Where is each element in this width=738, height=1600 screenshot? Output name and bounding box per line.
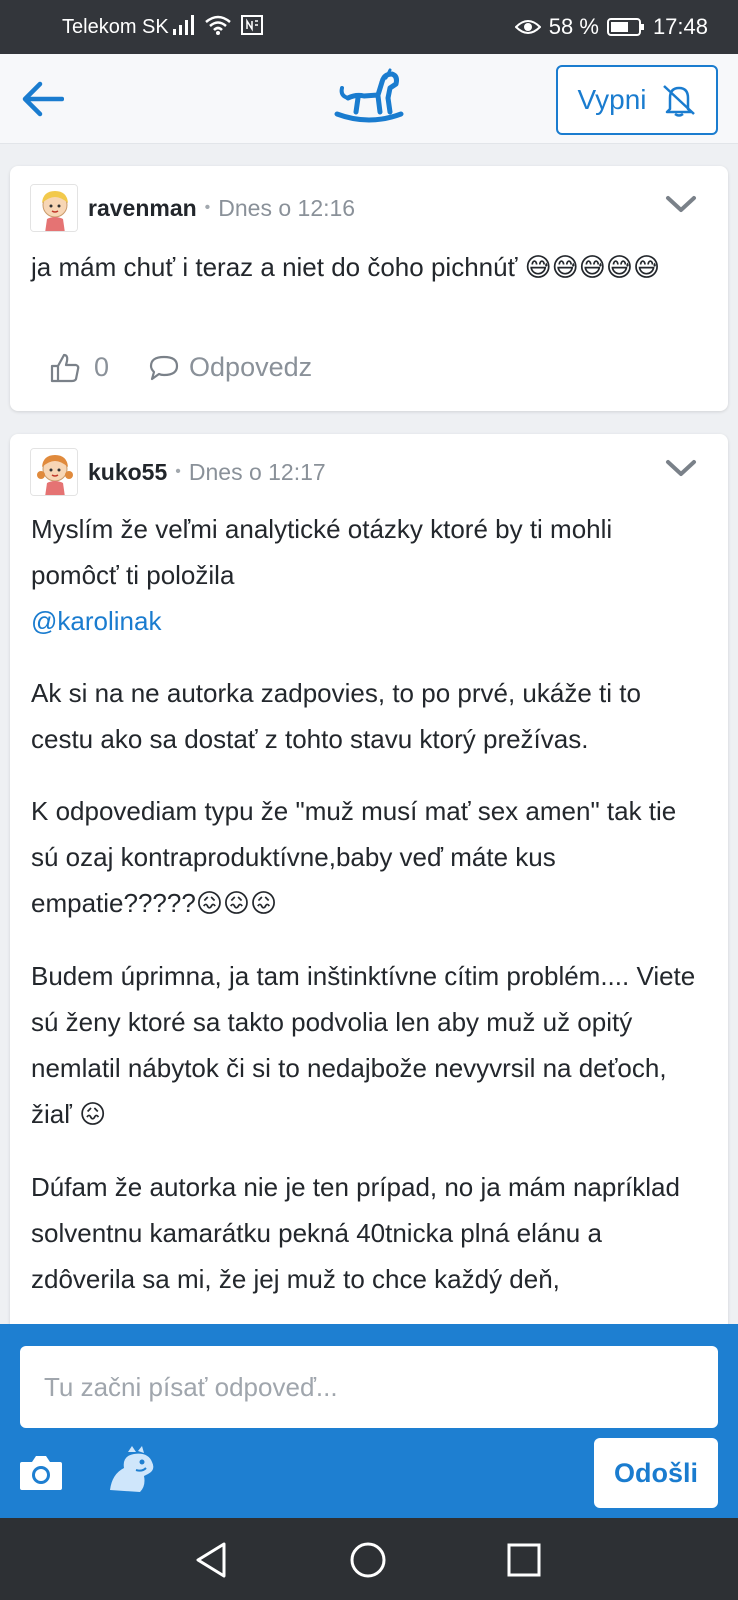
emoji-confounded: 😖 xyxy=(79,1100,107,1130)
nav-back-icon[interactable] xyxy=(190,1538,234,1582)
app-bar: Vypni xyxy=(0,54,738,144)
bell-off-icon xyxy=(662,85,695,117)
rocking-horse-icon[interactable] xyxy=(334,68,404,128)
comment-actions: 0 Odpovedz xyxy=(50,352,312,383)
back-button[interactable] xyxy=(14,74,70,124)
camera-icon[interactable] xyxy=(18,1450,64,1494)
arrow-left-icon xyxy=(22,81,64,117)
paragraph-text: K odpovediam typu že "muž musí mať sex a… xyxy=(31,796,677,918)
author-name[interactable]: kuko55 xyxy=(88,459,167,486)
paragraph: Myslím že veľmi analytické otázky ktoré … xyxy=(31,506,704,644)
speech-bubble-icon xyxy=(149,355,179,380)
battery-icon xyxy=(606,18,644,36)
avatar[interactable] xyxy=(30,448,78,496)
nav-recents-icon[interactable] xyxy=(502,1538,546,1582)
nav-home-icon[interactable] xyxy=(346,1538,390,1582)
chevron-down-icon[interactable] xyxy=(664,192,698,216)
system-nav-bar xyxy=(0,1518,738,1600)
clock: 17:48 xyxy=(652,14,708,39)
paragraph: Budem úprimna, ja tam inštinktívne cítim… xyxy=(31,953,704,1138)
paragraph: K odpovediam typu že "muž musí mať sex a… xyxy=(31,788,704,927)
paragraph-text: Budem úprimna, ja tam inštinktívne cítim… xyxy=(31,961,696,1129)
comment-body: Myslím že veľmi analytické otázky ktoré … xyxy=(31,506,704,1328)
avatar[interactable] xyxy=(30,184,78,232)
status-bar: Telekom SK 58 % 17:48 xyxy=(0,0,738,54)
paragraph-text: Myslím že veľmi analytické otázky ktoré … xyxy=(31,514,613,590)
chevron-down-icon[interactable] xyxy=(664,456,698,480)
mute-label: Vypni xyxy=(577,84,647,115)
comment-header: ravenman • Dnes o 12:16 xyxy=(30,182,355,234)
author-name[interactable]: ravenman xyxy=(88,195,197,222)
comment-card: ravenman • Dnes o 12:16 ja mám chuť i te… xyxy=(10,166,728,411)
comment-text: ja mám chuť i teraz a niet do čoho pichn… xyxy=(31,252,518,282)
reply-label: Odpovedz xyxy=(189,352,313,382)
wifi-icon xyxy=(205,15,231,35)
post-time: Dnes o 12:17 xyxy=(188,458,326,485)
post-time: Dnes o 12:16 xyxy=(218,194,356,221)
reply-composer: Odošli xyxy=(0,1324,738,1518)
paragraph: Dúfam že autorka nie je ten prípad, no j… xyxy=(31,1172,680,1294)
signal-icon xyxy=(173,15,194,35)
comment-body: ja mám chuť i teraz a niet do čoho pichn… xyxy=(31,244,704,291)
eye-icon xyxy=(514,20,541,34)
send-button[interactable]: Odošli xyxy=(594,1438,718,1508)
reply-input[interactable] xyxy=(20,1346,718,1428)
mute-notifications-button[interactable]: Vypni xyxy=(556,65,718,135)
like-count: 0 xyxy=(94,352,110,382)
dino-mascot-icon[interactable] xyxy=(104,1446,158,1496)
battery-percent: 58 % xyxy=(548,14,599,39)
signal-indicators xyxy=(172,14,264,36)
comment-header: kuko55 • Dnes o 12:17 xyxy=(30,446,326,498)
like-button[interactable]: 0 xyxy=(50,352,109,383)
nfc-icon xyxy=(241,15,263,35)
avatar-girl-icon xyxy=(31,449,77,495)
carrier-name: Telekom SK xyxy=(62,16,169,38)
emoji-sweat-smile: 😅😅😅😅😅 xyxy=(524,253,661,283)
user-mention-link[interactable]: @karolinak xyxy=(31,606,161,636)
avatar-girl-icon xyxy=(31,185,77,231)
separator-dot: • xyxy=(204,199,211,216)
emoji-confounded: 😖😖😖 xyxy=(195,889,278,919)
comment-card: kuko55 • Dnes o 12:17 Myslím že veľmi an… xyxy=(10,434,728,1334)
separator-dot: • xyxy=(175,463,181,480)
paragraph: Ak si na ne autorka zadpovies, to po prv… xyxy=(31,678,641,754)
thumbs-up-icon xyxy=(50,353,80,382)
status-right: 58 % 17:48 xyxy=(514,14,708,40)
reply-button[interactable]: Odpovedz xyxy=(149,352,312,383)
